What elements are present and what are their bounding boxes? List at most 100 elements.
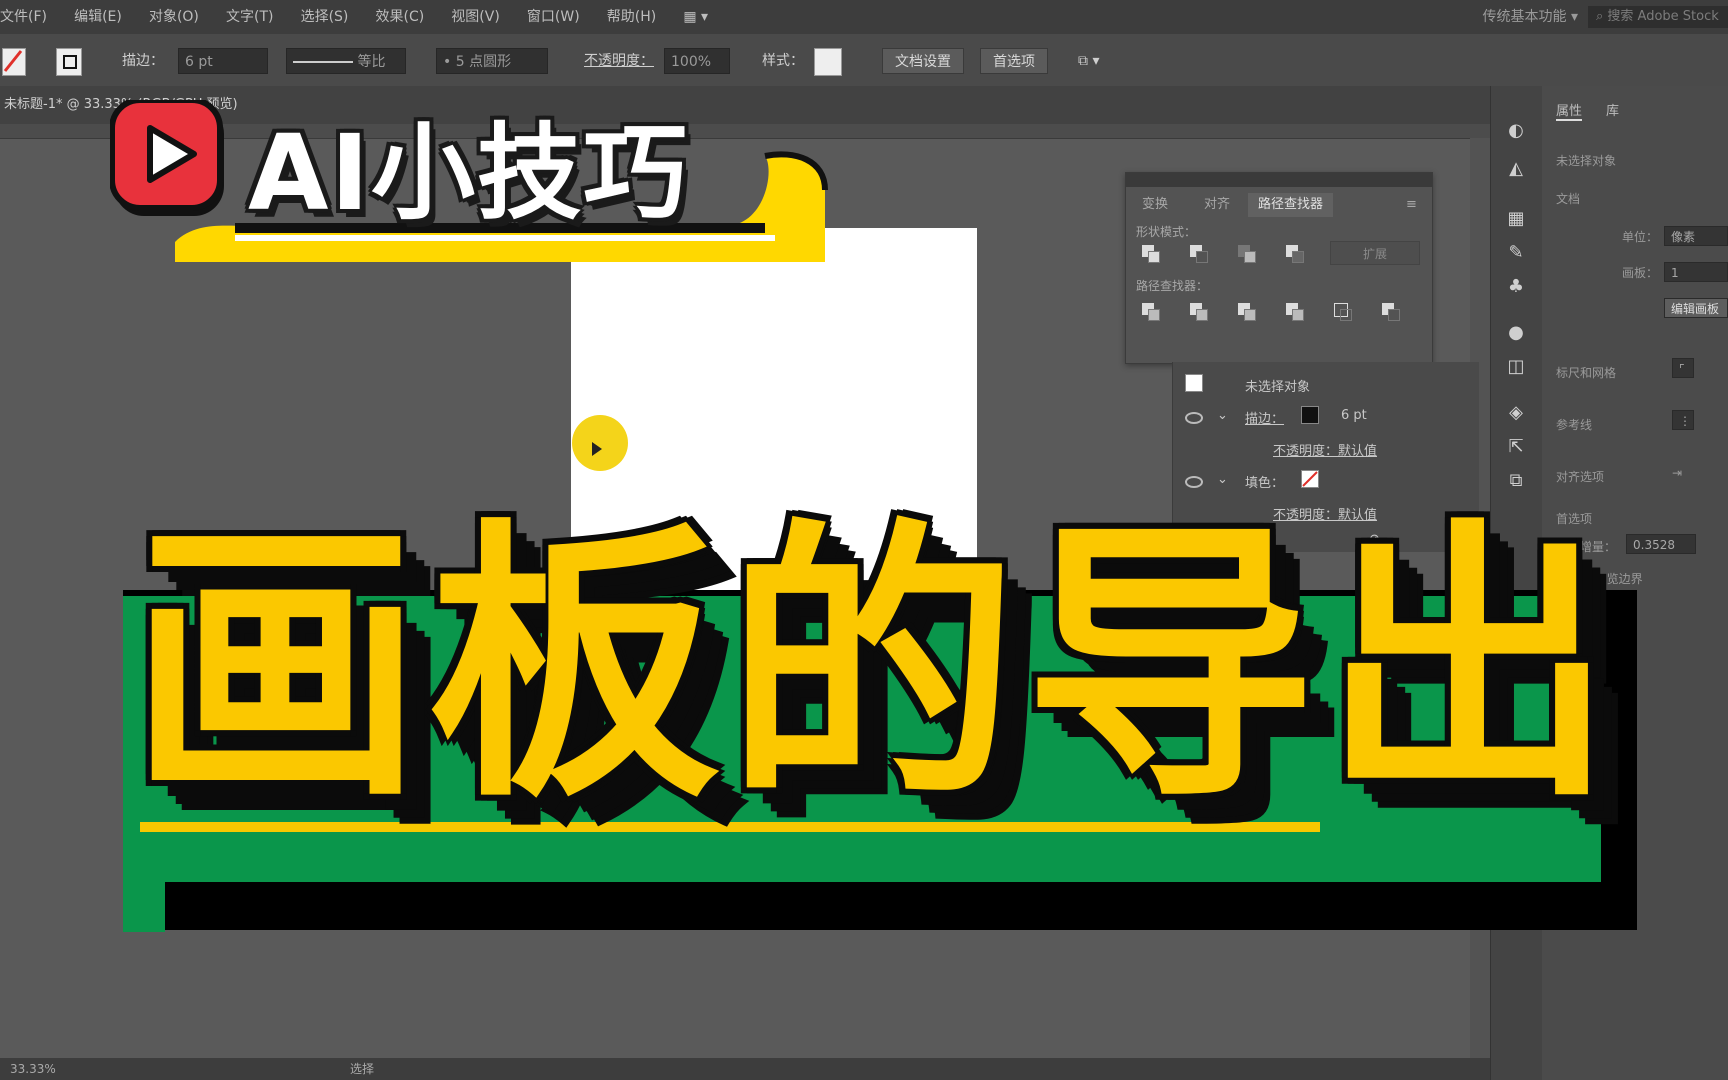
links-icon[interactable]: ⧉ (1505, 470, 1527, 492)
ruler-grid-label: 标尺和网格 (1556, 366, 1617, 380)
menu-help[interactable]: 帮助(H) (607, 0, 656, 34)
color-icon[interactable]: ◐ (1505, 120, 1527, 142)
appearance-icon[interactable]: ● (1505, 322, 1527, 344)
cursor-arrow-icon (592, 442, 602, 456)
status-text: 选择 (350, 1062, 375, 1076)
style-label: 样式： (762, 53, 804, 69)
intersect-icon[interactable] (1236, 243, 1258, 265)
ruler-toggle-icon[interactable]: ⌜ (1672, 358, 1694, 378)
outline-icon[interactable] (1332, 301, 1354, 323)
pathfinders-label: 路径查找器： (1136, 279, 1209, 293)
menu-effect[interactable]: 效果(C) (375, 0, 424, 34)
artboard-label: 画板： (1622, 266, 1659, 280)
minus-back-icon[interactable] (1380, 301, 1402, 323)
layout-grid-icon[interactable]: ▦ ▾ (683, 0, 708, 34)
main-title: 画板的导出 (130, 496, 1620, 836)
stroke-profile-select[interactable]: 等比 (286, 48, 406, 74)
swatches-icon[interactable]: ▦ (1505, 208, 1527, 230)
symbols-icon[interactable]: ♣ (1505, 276, 1527, 298)
stroke-swatch[interactable] (56, 48, 82, 76)
search-placeholder: 搜索 Adobe Stock (1607, 9, 1719, 24)
zoom-level[interactable]: 33.33% (10, 1060, 56, 1078)
menu-file[interactable]: 文件(F) (0, 0, 47, 34)
opacity-label[interactable]: 不透明度：默认值 (1273, 440, 1377, 459)
unite-icon[interactable] (1140, 243, 1162, 265)
minus-front-icon[interactable] (1188, 243, 1210, 265)
export-icon[interactable]: ⇱ (1505, 436, 1527, 458)
status-bar (0, 1058, 1490, 1080)
preferences-button[interactable]: 首选项 (980, 48, 1048, 74)
fill-label[interactable]: 填色： (1245, 472, 1284, 491)
keyboard-increment-field[interactable]: 0.3528 (1626, 534, 1696, 554)
appearance-stroke-row[interactable]: ⌄ 描边： 6 pt (1173, 400, 1463, 432)
control-bar: 描边： 6 pt 等比 • 5 点圆形 不透明度： 100% 样式： 文档设置 … (0, 34, 1728, 87)
video-play-logo-icon (110, 100, 224, 216)
workspace-switcher[interactable]: 传统基本功能 ▾ (1483, 0, 1578, 34)
opacity-field[interactable]: 100% (664, 48, 730, 74)
menu-window[interactable]: 窗口(W) (527, 0, 580, 34)
eye-icon[interactable] (1185, 412, 1203, 424)
edit-artboard-button[interactable]: 编辑画板 (1664, 298, 1728, 318)
panel-menu-icon[interactable]: ≡ (1396, 193, 1427, 217)
unit-label: 单位： (1622, 230, 1659, 244)
fill-none-swatch[interactable] (2, 48, 26, 76)
stock-search-input[interactable]: ⌕ 搜索 Adobe Stock (1588, 6, 1728, 28)
tab-libraries[interactable]: 库 (1606, 100, 1619, 119)
graphic-styles-icon[interactable]: ◫ (1505, 356, 1527, 378)
crop-icon[interactable] (1284, 301, 1306, 323)
divide-icon[interactable] (1140, 301, 1162, 323)
none-slash-icon (3, 50, 23, 72)
stroke-weight-field[interactable]: 6 pt (178, 48, 268, 74)
brush-select[interactable]: • 5 点圆形 (436, 48, 548, 74)
stroke-label[interactable]: 描边： (1245, 408, 1284, 427)
stroke-label: 描边： (122, 53, 164, 69)
chevron-down-icon[interactable]: ⌄ (1217, 408, 1228, 423)
opacity-label[interactable]: 不透明度： (584, 48, 654, 74)
gradient-icon[interactable]: ◭ (1505, 158, 1527, 180)
panel-header[interactable] (1126, 173, 1432, 187)
pathfinder-panel: 变换 对齐 路径查找器 ≡ 形状模式： 扩展 路径查找器： (1125, 172, 1433, 364)
tab-align[interactable]: 对齐 (1194, 193, 1240, 217)
brushes-icon[interactable]: ✎ (1505, 242, 1527, 264)
series-title: AI小技巧 (248, 112, 690, 234)
appearance-fill-row[interactable]: ⌄ 填色： (1173, 464, 1463, 496)
workspace-label: 传统基本功能 (1482, 9, 1567, 25)
chevron-down-icon[interactable]: ⌄ (1217, 472, 1228, 487)
menu-type[interactable]: 文字(T) (226, 0, 273, 34)
tab-properties[interactable]: 属性 (1556, 100, 1583, 121)
appearance-opacity-row[interactable]: 不透明度：默认值 (1173, 432, 1463, 464)
graphic-style-swatch[interactable] (814, 48, 842, 76)
object-thumbnail (1185, 374, 1203, 392)
menu-view[interactable]: 视图(V) (451, 0, 500, 34)
exclude-icon[interactable] (1284, 243, 1306, 265)
shape-modes-label: 形状模式： (1136, 225, 1197, 239)
appearance-object-row[interactable]: 未选择对象 (1173, 368, 1463, 400)
stroke-weight[interactable]: 6 pt (1341, 408, 1367, 423)
object-label: 未选择对象 (1245, 380, 1311, 395)
guides-toggle-icon[interactable]: ⋮ (1672, 410, 1694, 430)
document-section-label: 文档 (1556, 192, 1581, 206)
trim-icon[interactable] (1188, 301, 1210, 323)
search-icon: ⌕ (1596, 9, 1608, 24)
fill-none-swatch[interactable] (1301, 470, 1319, 488)
unit-select[interactable]: 像素 (1664, 226, 1728, 246)
snap-label: 对齐选项 (1556, 470, 1605, 484)
snap-toggle-icon[interactable]: ⇥ (1672, 466, 1682, 480)
layers-icon[interactable]: ◈ (1505, 402, 1527, 424)
merge-icon[interactable] (1236, 301, 1258, 323)
eye-icon[interactable] (1185, 476, 1203, 488)
title-box-step (123, 880, 165, 932)
brush-label: 5 点圆形 (455, 54, 512, 70)
tab-transform[interactable]: 变换 (1132, 193, 1178, 217)
stroke-color-swatch[interactable] (1301, 406, 1319, 424)
expand-button[interactable]: 扩展 (1330, 241, 1420, 265)
tab-pathfinder[interactable]: 路径查找器 (1248, 193, 1334, 217)
artboard-select[interactable]: 1 (1664, 262, 1728, 282)
menu-edit[interactable]: 编辑(E) (74, 0, 122, 34)
menu-select[interactable]: 选择(S) (301, 0, 349, 34)
document-setup-button[interactable]: 文档设置 (882, 48, 964, 74)
arrange-icon[interactable]: ⧉ ▾ (1078, 48, 1099, 74)
none-slash-icon (1302, 471, 1318, 487)
menu-object[interactable]: 对象(O) (149, 0, 199, 34)
no-selection-label: 未选择对象 (1556, 154, 1617, 168)
